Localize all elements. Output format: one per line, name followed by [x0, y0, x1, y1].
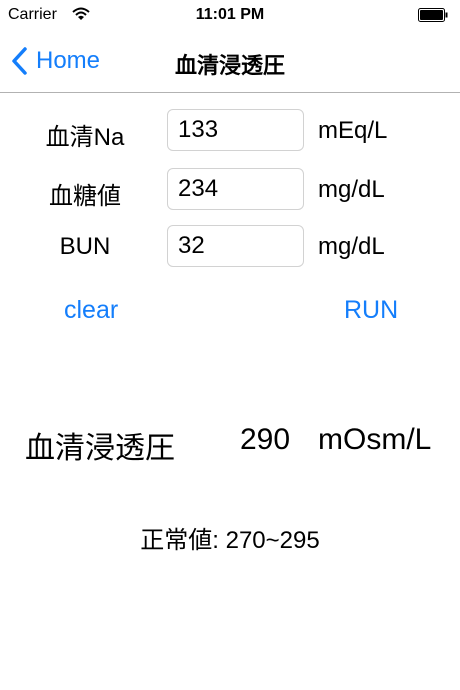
- form-row-bun: BUN mg/dL: [0, 225, 460, 269]
- status-bar: Carrier 11:01 PM: [0, 0, 460, 30]
- sodium-unit: mEq/L: [318, 117, 388, 144]
- bun-unit: mg/dL: [318, 233, 385, 260]
- result-label: 血清浸透圧: [25, 432, 175, 465]
- result-row: 血清浸透圧 290 mOsm/L: [0, 423, 460, 467]
- result-unit: mOsm/L: [318, 423, 432, 456]
- run-button[interactable]: RUN: [344, 296, 398, 325]
- form-row-glucose: 血糖値 mg/dL: [0, 168, 460, 212]
- form-row-sodium: 血清Na mEq/L: [0, 109, 460, 153]
- glucose-input[interactable]: [167, 168, 304, 210]
- glucose-label: 血糖値: [49, 183, 121, 210]
- bun-input[interactable]: [167, 225, 304, 267]
- sodium-input[interactable]: [167, 109, 304, 151]
- normal-range-text: 正常値: 270~295: [140, 527, 320, 554]
- status-time: 11:01 PM: [195, 6, 265, 23]
- page-title: 血清浸透圧: [174, 53, 285, 78]
- glucose-unit: mg/dL: [318, 176, 385, 203]
- navigation-bar: Home 血清浸透圧: [0, 30, 460, 93]
- result-value: 290: [240, 423, 291, 456]
- battery-icon: [418, 8, 448, 22]
- clear-button[interactable]: clear: [64, 296, 118, 325]
- bun-label: BUN: [59, 233, 111, 260]
- sodium-label: 血清Na: [45, 124, 125, 151]
